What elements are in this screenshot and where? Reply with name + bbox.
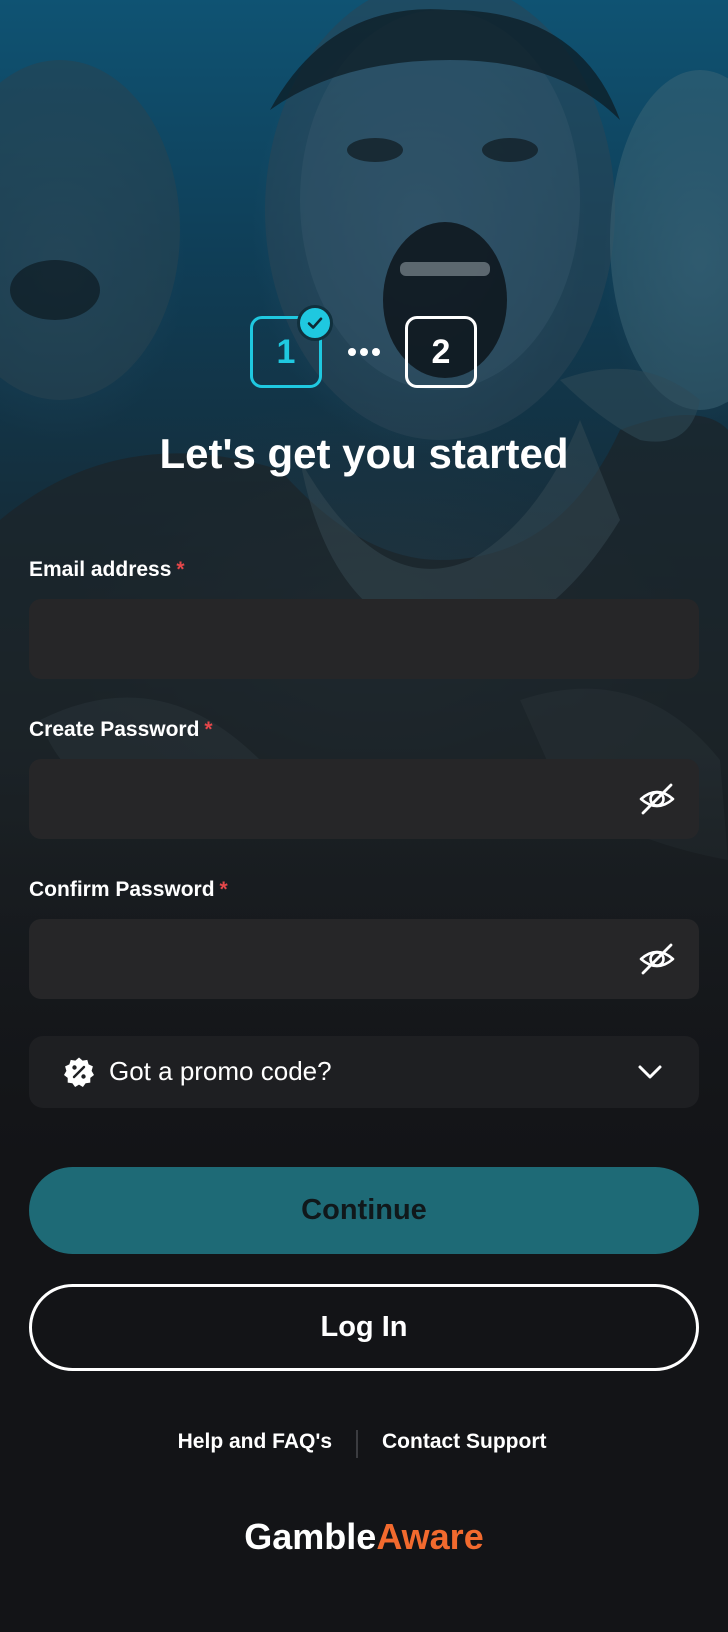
- step-1-number: 1: [276, 332, 296, 371]
- promo-code-toggle[interactable]: Got a promo code?: [29, 1036, 699, 1108]
- footer-divider: [356, 1430, 358, 1458]
- email-field[interactable]: [29, 599, 699, 679]
- create-password-field[interactable]: [29, 759, 699, 839]
- confirm-password-label-text: Confirm Password: [29, 878, 215, 901]
- create-password-label: Create Password *: [29, 718, 213, 742]
- required-asterisk: *: [176, 558, 185, 581]
- chevron-down-icon: [638, 1065, 662, 1079]
- required-asterisk: *: [204, 718, 213, 741]
- help-faq-link[interactable]: Help and FAQ's: [178, 1430, 332, 1454]
- discount-badge-icon: [64, 1057, 94, 1087]
- progress-stepper: 1 2: [0, 305, 728, 388]
- confirm-password-field-container: [29, 919, 699, 999]
- email-field-container: [29, 599, 699, 679]
- step-connector-dots: [348, 348, 380, 356]
- required-asterisk: *: [219, 878, 228, 901]
- email-label-text: Email address: [29, 558, 172, 581]
- page-title: Let's get you started: [159, 430, 569, 477]
- promo-code-label: Got a promo code?: [109, 1056, 332, 1086]
- step-2-number: 2: [431, 332, 451, 371]
- continue-button[interactable]: Continue: [29, 1167, 699, 1254]
- eye-off-icon[interactable]: [637, 939, 677, 979]
- step-2-indicator: 2: [405, 316, 477, 388]
- footer-links: Help and FAQ's Contact Support: [0, 1430, 728, 1460]
- checkmark-icon: [297, 305, 333, 341]
- eye-off-icon[interactable]: [637, 779, 677, 819]
- confirm-password-field[interactable]: [29, 919, 699, 999]
- logo-text-gamble: Gamble: [244, 1516, 377, 1557]
- email-label: Email address *: [29, 558, 185, 582]
- gambleaware-logo[interactable]: GambleAware: [0, 1516, 728, 1558]
- signup-page: 1 2 Let's get you started Email address *…: [0, 0, 728, 1632]
- create-password-field-container: [29, 759, 699, 839]
- contact-support-link[interactable]: Contact Support: [382, 1430, 546, 1454]
- confirm-password-label: Confirm Password *: [29, 878, 228, 902]
- login-button[interactable]: Log In: [29, 1284, 699, 1371]
- create-password-label-text: Create Password: [29, 718, 200, 741]
- logo-text-aware: Aware: [376, 1516, 484, 1557]
